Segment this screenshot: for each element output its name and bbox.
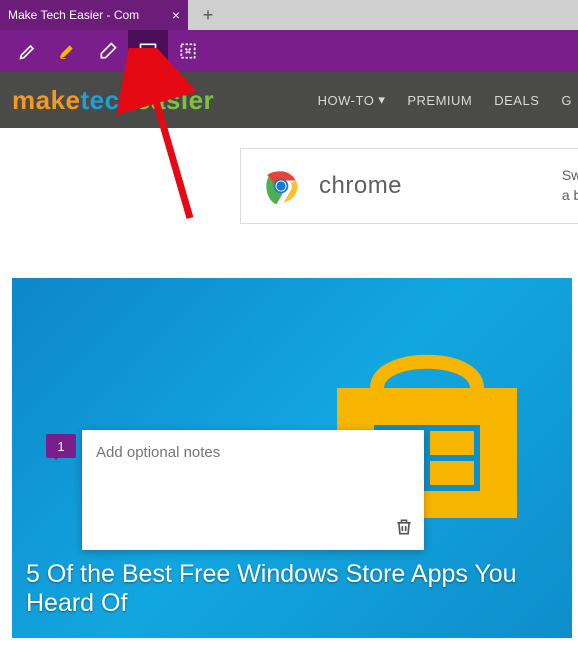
note-badge[interactable]: 1 (46, 434, 76, 458)
chrome-icon (259, 164, 303, 208)
browser-tab[interactable]: Make Tech Easier - Com × (0, 0, 188, 30)
ad-banner[interactable]: chrome Switch to a better b (240, 148, 578, 224)
pen-icon[interactable] (8, 30, 48, 72)
note-icon[interactable] (128, 30, 168, 72)
logo-seg-2: tech (81, 85, 136, 115)
plus-icon: + (203, 5, 214, 26)
nav-more[interactable]: G (561, 92, 572, 108)
annotation-toolbar (0, 30, 578, 72)
ad-line2: a better b (562, 186, 578, 206)
highlighter-icon[interactable] (48, 30, 88, 72)
nav-label: PREMIUM (407, 93, 472, 108)
nav-label: G (561, 93, 572, 108)
note-popup (82, 430, 424, 550)
tab-strip: Make Tech Easier - Com × + (0, 0, 578, 30)
logo-seg-1: make (12, 85, 81, 115)
note-input[interactable] (96, 444, 410, 461)
new-tab-button[interactable]: + (188, 0, 228, 30)
ad-copy: Switch to a better b (562, 166, 578, 205)
clip-icon[interactable] (168, 30, 208, 72)
chevron-down-icon: ▾ (378, 92, 385, 108)
nav-label: DEALS (494, 93, 539, 108)
nav-links: HOW-TO ▾ PREMIUM DEALS G (318, 92, 578, 108)
note-count: 1 (57, 439, 64, 454)
nav-deals[interactable]: DEALS (494, 92, 539, 108)
site-logo[interactable]: maketecheasier (12, 85, 214, 116)
nav-label: HOW-TO (318, 93, 375, 108)
nav-howto[interactable]: HOW-TO ▾ (318, 92, 386, 108)
logo-seg-3: easier (136, 85, 214, 115)
ad-brand: chrome (319, 172, 402, 200)
nav-premium[interactable]: PREMIUM (407, 92, 472, 108)
site-header: maketecheasier HOW-TO ▾ PREMIUM DEALS G (0, 72, 578, 128)
tab-title: Make Tech Easier - Com (8, 8, 166, 22)
close-icon[interactable]: × (172, 8, 180, 22)
trash-icon[interactable] (394, 517, 414, 542)
eraser-icon[interactable] (88, 30, 128, 72)
ad-line1: Switch to (562, 166, 578, 186)
hero-headline: 5 Of the Best Free Windows Store Apps Yo… (26, 560, 558, 618)
